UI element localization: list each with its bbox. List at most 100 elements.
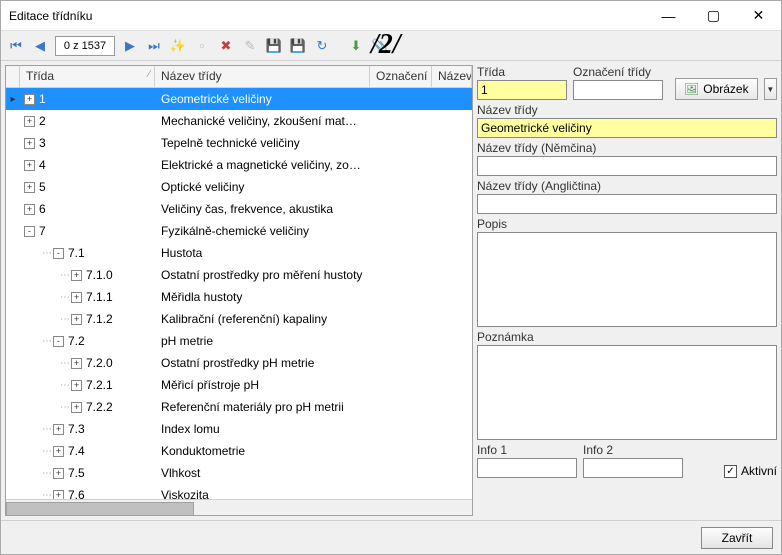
tree-code: 2 xyxy=(39,114,46,128)
collapse-icon[interactable]: - xyxy=(53,336,64,347)
refresh-icon[interactable]: ↻ xyxy=(311,35,333,57)
tree-line-icon: ⋯ xyxy=(60,292,69,303)
table-row[interactable]: ▸+1Geometrické veličiny xyxy=(6,88,472,110)
table-row[interactable]: +6Veličiny čas, frekvence, akustika xyxy=(6,198,472,220)
tree-code: 7 xyxy=(39,224,46,238)
table-row[interactable]: +4Elektrické a magnetické veličiny, zobr… xyxy=(6,154,472,176)
tree-cell: +2 xyxy=(20,114,155,128)
table-row[interactable]: ⋯+7.2.2Referenční materiály pro pH metri… xyxy=(6,396,472,418)
table-row[interactable]: ⋯-7.1Hustota xyxy=(6,242,472,264)
grid-header-nazev[interactable]: Název třídy xyxy=(155,66,370,87)
tree-cell: +3 xyxy=(20,136,155,150)
expand-icon[interactable]: + xyxy=(53,468,64,479)
table-row[interactable]: ⋯+7.2.0Ostatní prostředky pH metrie xyxy=(6,352,472,374)
horizontal-scrollbar[interactable] xyxy=(6,499,472,515)
export-icon[interactable]: ⬇ xyxy=(345,35,367,57)
expand-icon[interactable]: + xyxy=(53,424,64,435)
expand-icon[interactable]: + xyxy=(71,270,82,281)
nazev-en-input[interactable] xyxy=(477,194,777,214)
expand-icon[interactable]: + xyxy=(71,402,82,413)
grid-header-oznaceni[interactable]: Označení tř… xyxy=(370,66,432,87)
tree-code: 1 xyxy=(39,92,46,106)
oznaceni-input[interactable] xyxy=(573,80,663,100)
table-row[interactable]: +2Mechanické veličiny, zkoušení materiál… xyxy=(6,110,472,132)
close-button[interactable]: ✕ xyxy=(736,1,781,30)
tree-code: 4 xyxy=(39,158,46,172)
tree-code: 7.1.0 xyxy=(86,268,113,282)
delete-icon[interactable]: ✖ xyxy=(215,35,237,57)
tree-name: Měřidla hustoty xyxy=(155,290,370,304)
expand-icon[interactable]: + xyxy=(53,446,64,457)
table-row[interactable]: ⋯+7.6Viskozita xyxy=(6,484,472,499)
nav-prev-icon[interactable]: ◀ xyxy=(29,35,51,57)
expand-icon[interactable]: + xyxy=(24,182,35,193)
tree-cell: ⋯-7.2 xyxy=(20,334,155,348)
table-row[interactable]: +5Optické veličiny xyxy=(6,176,472,198)
expand-icon[interactable]: + xyxy=(24,116,35,127)
tree-cell: -7 xyxy=(20,224,155,238)
trida-input[interactable] xyxy=(477,80,567,100)
table-row[interactable]: -7Fyzikálně-chemické veličiny xyxy=(6,220,472,242)
collapse-icon[interactable]: - xyxy=(24,226,35,237)
obrazek-label: Obrázek xyxy=(703,82,748,96)
table-row[interactable]: ⋯+7.2.1Měřicí přístroje pH xyxy=(6,374,472,396)
expand-icon[interactable]: + xyxy=(24,94,35,105)
table-row[interactable]: ⋯+7.3Index lomu xyxy=(6,418,472,440)
obrazek-button[interactable]: 🖼 Obrázek xyxy=(675,78,758,100)
tree-cell: ⋯+7.2.2 xyxy=(20,400,155,414)
tree-cell: ⋯+7.5 xyxy=(20,466,155,480)
expand-icon[interactable]: + xyxy=(71,292,82,303)
detail-panel: /1/ Třída Označení třídy 🖼 Obrázek ▼ xyxy=(477,65,777,516)
nav-last-icon[interactable]: ⏭ xyxy=(143,35,165,57)
minimize-button[interactable]: — xyxy=(646,1,691,30)
table-row[interactable]: ⋯+7.1.2Kalibrační (referenční) kapaliny xyxy=(6,308,472,330)
nazev-input[interactable] xyxy=(477,118,777,138)
tree-name: Viskozita xyxy=(155,488,370,499)
expand-icon[interactable]: + xyxy=(24,138,35,149)
table-row[interactable]: ⋯+7.4Konduktometrie xyxy=(6,440,472,462)
table-row[interactable]: +3Tepelně technické veličiny xyxy=(6,132,472,154)
tree-cell: ⋯+7.1.0 xyxy=(20,268,155,282)
collapse-icon[interactable]: - xyxy=(53,248,64,259)
tree-name: Veličiny čas, frekvence, akustika xyxy=(155,202,370,216)
trida-label: Třída xyxy=(477,65,567,79)
tree-code: 7.6 xyxy=(68,488,85,499)
nav-first-icon[interactable]: ⏮ xyxy=(5,35,27,57)
expand-icon[interactable]: + xyxy=(53,490,64,500)
expand-icon[interactable]: + xyxy=(24,204,35,215)
info1-input[interactable] xyxy=(477,458,577,478)
poznamka-input[interactable] xyxy=(477,345,777,440)
table-row[interactable]: ⋯+7.1.1Měřidla hustoty xyxy=(6,286,472,308)
tree-code: 7.2 xyxy=(68,334,85,348)
nav-counter[interactable]: 0 z 1537 xyxy=(55,36,115,56)
tree-cell: ⋯+7.3 xyxy=(20,422,155,436)
main-window: Editace třídníku — ▢ ✕ ⏮ ◀ 0 z 1537 ▶ ⏭ … xyxy=(0,0,782,555)
new-icon[interactable]: ✨ xyxy=(167,35,189,57)
popis-input[interactable] xyxy=(477,232,777,327)
grid-body[interactable]: ▸+1Geometrické veličiny+2Mechanické veli… xyxy=(6,88,472,499)
tree-cell: +1 xyxy=(20,92,155,106)
row-marker: ▸ xyxy=(6,94,20,105)
maximize-button[interactable]: ▢ xyxy=(691,1,736,30)
aktivni-checkbox[interactable]: ✓ Aktivní xyxy=(724,464,777,478)
expand-icon[interactable]: + xyxy=(71,314,82,325)
nazev-label: Název třídy xyxy=(477,103,777,117)
nav-next-icon[interactable]: ▶ xyxy=(119,35,141,57)
expand-icon[interactable]: + xyxy=(71,358,82,369)
obrazek-dropdown[interactable]: ▼ xyxy=(764,78,777,100)
nazev-de-input[interactable] xyxy=(477,156,777,176)
expand-icon[interactable]: + xyxy=(24,160,35,171)
grid-header-nazev2[interactable]: Název tř xyxy=(432,66,472,87)
info2-input[interactable] xyxy=(583,458,683,478)
grid-header-marker xyxy=(6,66,20,87)
overlay-1: /1/ xyxy=(737,61,767,63)
grid-header-trida[interactable]: Třída xyxy=(20,66,155,87)
tree-name: Měřicí přístroje pH xyxy=(155,378,370,392)
tree-cell: ⋯+7.2.0 xyxy=(20,356,155,370)
table-row[interactable]: ⋯-7.2pH metrie xyxy=(6,330,472,352)
expand-icon[interactable]: + xyxy=(71,380,82,391)
zavrit-button[interactable]: Zavřít xyxy=(701,527,773,549)
tree-cell: ⋯+7.4 xyxy=(20,444,155,458)
table-row[interactable]: ⋯+7.5Vlhkost xyxy=(6,462,472,484)
table-row[interactable]: ⋯+7.1.0Ostatní prostředky pro měření hus… xyxy=(6,264,472,286)
